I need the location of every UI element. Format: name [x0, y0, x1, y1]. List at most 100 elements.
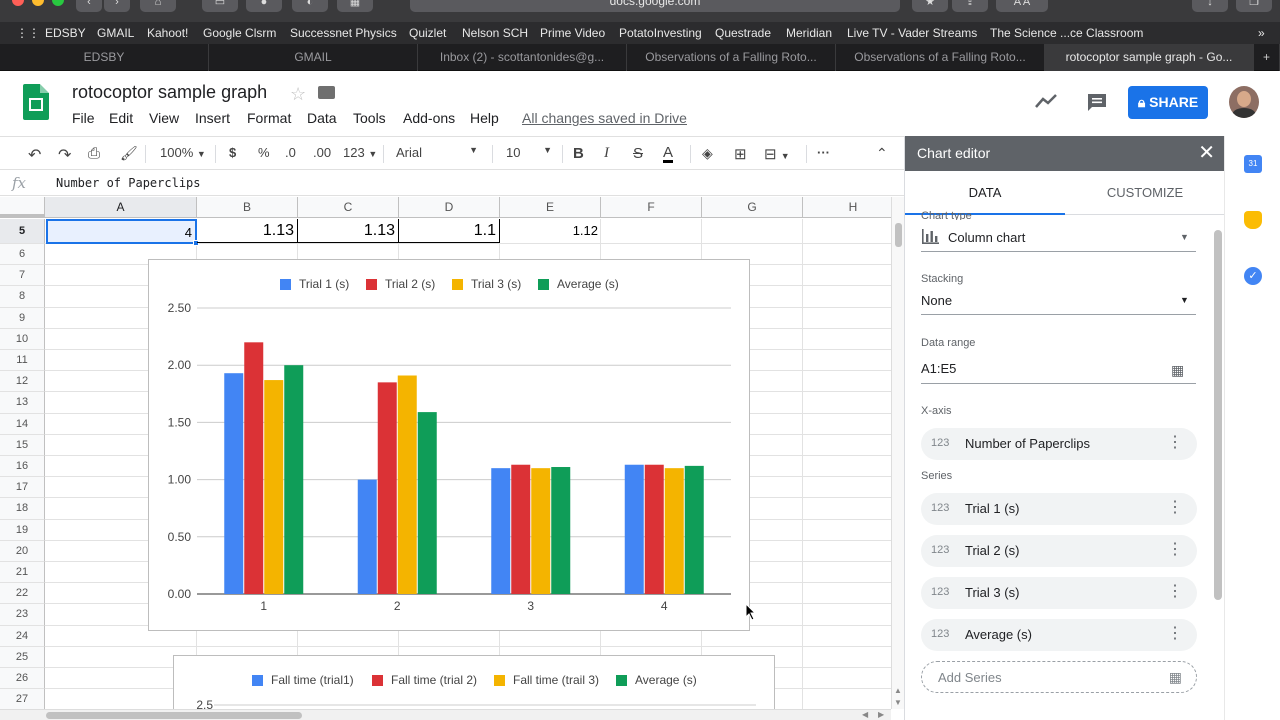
- chevron-down-icon[interactable]: ▼: [1180, 232, 1189, 242]
- menu-view[interactable]: View: [149, 110, 179, 126]
- browser-tab[interactable]: GMAIL: [209, 44, 418, 71]
- row-header[interactable]: 23: [0, 604, 45, 626]
- folder-icon[interactable]: [318, 86, 335, 99]
- column-header[interactable]: F: [601, 197, 702, 218]
- stacking-value[interactable]: None: [921, 293, 952, 308]
- row-header[interactable]: 26: [0, 668, 45, 690]
- browser-tab[interactable]: Observations of a Falling Roto...: [627, 44, 836, 71]
- row-header[interactable]: 10: [0, 328, 45, 350]
- text-color-button[interactable]: A: [663, 145, 674, 163]
- row-header[interactable]: 7: [0, 265, 45, 287]
- strikethrough-button[interactable]: S: [633, 145, 643, 162]
- downloads-icon[interactable]: ↓: [1192, 0, 1228, 12]
- borders-icon[interactable]: ⊞: [734, 145, 747, 163]
- row-header[interactable]: 25: [0, 646, 45, 668]
- avatar[interactable]: [1229, 86, 1259, 118]
- bookmark[interactable]: Google Clsrm: [203, 26, 276, 40]
- close-window-icon[interactable]: [12, 0, 24, 6]
- keep-icon[interactable]: [1244, 211, 1262, 229]
- sheets-logo-icon[interactable]: [23, 84, 49, 120]
- x-axis-chip[interactable]: 123 Number of Paperclips ⋮: [921, 428, 1197, 460]
- formula-input[interactable]: Number of Paperclips: [56, 176, 201, 190]
- sidebar-toggle-icon[interactable]: ❐: [1236, 0, 1272, 12]
- menu-tools[interactable]: Tools: [353, 110, 386, 126]
- row-header[interactable]: 17: [0, 477, 45, 499]
- column-chart[interactable]: 0.00 0.50 1.00 1.50 2.00 2.50 1 2 3 4 Trial 1 (s) T…: [148, 259, 750, 631]
- menu-insert[interactable]: Insert: [195, 110, 230, 126]
- new-tab-icon[interactable]: +: [1254, 44, 1280, 71]
- column-header[interactable]: D: [399, 197, 500, 218]
- row-header[interactable]: 22: [0, 583, 45, 605]
- second-column-chart[interactable]: Fall time (trial1) Fall time (trial 2) Fal…: [173, 655, 775, 709]
- menu-help[interactable]: Help: [470, 110, 499, 126]
- more-vert-icon[interactable]: ⋮: [1167, 500, 1183, 516]
- bookmark[interactable]: PotatoInvesting: [619, 26, 702, 40]
- zoom-window-icon[interactable]: [52, 0, 64, 6]
- cell-e5[interactable]: 1.12: [500, 219, 601, 243]
- data-range-value[interactable]: A1:E5: [921, 361, 956, 376]
- redo-icon[interactable]: ↷: [58, 145, 71, 165]
- close-icon[interactable]: ✕: [1198, 136, 1215, 171]
- decrease-decimal-button[interactable]: .0: [285, 145, 296, 160]
- back-icon[interactable]: ‹: [76, 0, 102, 12]
- scroll-thumb[interactable]: [46, 712, 302, 719]
- row-header[interactable]: 15: [0, 434, 45, 456]
- bookmark[interactable]: Quizlet: [409, 26, 446, 40]
- cell-a5[interactable]: 4: [46, 219, 197, 244]
- merge-cells-icon[interactable]: ⊟ ▼: [764, 145, 790, 163]
- percent-format-button[interactable]: %: [258, 145, 270, 160]
- zoom-select[interactable]: 100% ▼: [160, 145, 206, 160]
- fill-color-icon[interactable]: ◈: [702, 145, 713, 162]
- more-vert-icon[interactable]: ⋮: [1167, 542, 1183, 558]
- tab-customize[interactable]: CUSTOMIZE: [1065, 171, 1225, 215]
- star-icon[interactable]: ☆: [290, 84, 306, 105]
- italic-button[interactable]: I: [604, 145, 609, 162]
- menu-format[interactable]: Format: [247, 110, 291, 126]
- increase-decimal-button[interactable]: .00: [313, 145, 331, 160]
- share-button[interactable]: 🔒︎ SHARE: [1128, 86, 1208, 119]
- activity-trend-icon[interactable]: [1035, 93, 1057, 109]
- pin-icon[interactable]: ★: [912, 0, 948, 12]
- row-header[interactable]: 20: [0, 540, 45, 562]
- save-status[interactable]: All changes saved in Drive: [522, 110, 687, 126]
- font-select[interactable]: Arial ▼: [396, 145, 478, 160]
- bookmark[interactable]: The Science ...ce Classroom: [990, 26, 1143, 40]
- bookmark[interactable]: EDSBY: [45, 26, 86, 40]
- bookmark[interactable]: GMAIL: [97, 26, 134, 40]
- undo-icon[interactable]: ↶: [28, 145, 41, 165]
- row-header[interactable]: 8: [0, 286, 45, 308]
- print-icon[interactable]: ▭: [202, 0, 238, 12]
- font-size-select[interactable]: 10 ▼: [506, 145, 552, 160]
- calendar-icon[interactable]: 31: [1244, 155, 1262, 173]
- vertical-scrollbar[interactable]: ▲ ▼: [891, 197, 904, 709]
- comments-icon[interactable]: [1086, 92, 1108, 112]
- column-header[interactable]: B: [197, 197, 298, 218]
- row-header[interactable]: 19: [0, 519, 45, 541]
- bookmark[interactable]: Live TV - Vader Streams: [847, 26, 977, 40]
- share-sheet-icon[interactable]: ⇪: [952, 0, 988, 12]
- column-header[interactable]: C: [298, 197, 399, 218]
- scroll-thumb[interactable]: [895, 223, 902, 247]
- extension-icon[interactable]: ◐: [292, 0, 328, 12]
- column-header[interactable]: A: [45, 197, 197, 218]
- menu-file[interactable]: File: [72, 110, 95, 126]
- row-header[interactable]: 9: [0, 307, 45, 329]
- cell-c5[interactable]: 1.13: [298, 219, 399, 243]
- menu-data[interactable]: Data: [307, 110, 337, 126]
- series-chip[interactable]: 123 Trial 3 (s) ⋮: [921, 577, 1197, 609]
- tasks-icon[interactable]: ✓: [1244, 267, 1262, 285]
- browser-tab[interactable]: Observations of a Falling Roto...: [836, 44, 1045, 71]
- row-header[interactable]: 18: [0, 498, 45, 520]
- forward-icon[interactable]: ›: [104, 0, 130, 12]
- print-icon[interactable]: ⎙: [88, 145, 100, 162]
- row-header[interactable]: 6: [0, 244, 45, 266]
- horizontal-scrollbar[interactable]: ◀ ▶: [0, 709, 891, 720]
- bookmark[interactable]: Meridian: [786, 26, 832, 40]
- row-header[interactable]: 24: [0, 625, 45, 647]
- row-header[interactable]: 5: [0, 219, 45, 244]
- series-chip[interactable]: 123 Trial 2 (s) ⋮: [921, 535, 1197, 567]
- select-range-icon[interactable]: ▦: [1171, 362, 1184, 379]
- more-bookmarks-icon[interactable]: »: [1258, 26, 1265, 40]
- home-icon[interactable]: ⌂: [140, 0, 176, 12]
- browser-tab-active[interactable]: rotocoptor sample graph - Go...: [1045, 44, 1254, 71]
